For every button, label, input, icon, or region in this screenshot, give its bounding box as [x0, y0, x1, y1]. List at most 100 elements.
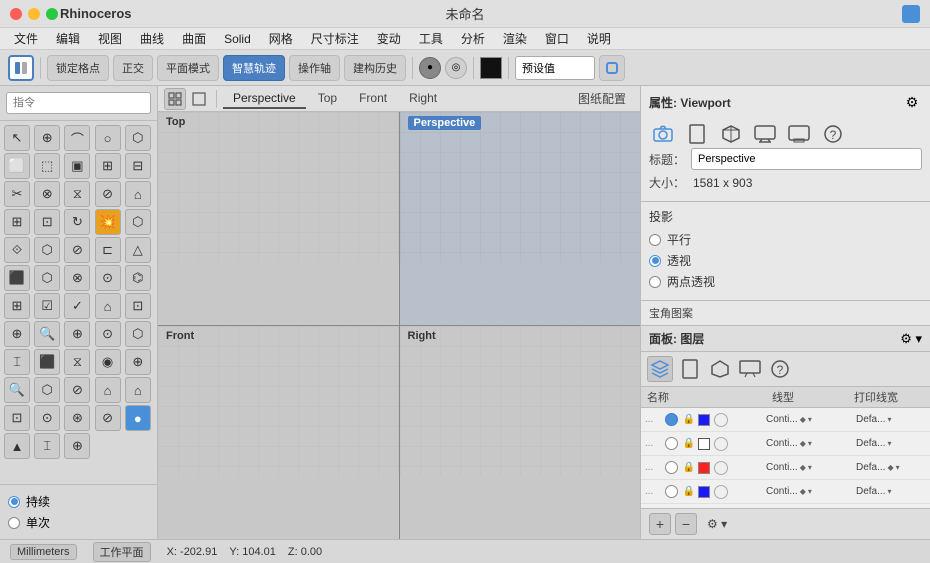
- proj-twopoint-radio[interactable]: [649, 276, 661, 288]
- layer-printwidth[interactable]: Defa...▾: [856, 414, 926, 425]
- tool-select[interactable]: ↖: [4, 125, 30, 151]
- tool-surface[interactable]: ▣: [64, 153, 90, 179]
- layer-printwidth[interactable]: Defa...▾: [856, 438, 926, 449]
- layer-color-swatch[interactable]: [698, 462, 710, 474]
- tool-view-top[interactable]: ⊙: [34, 405, 60, 431]
- proj-perspective-radio[interactable]: [649, 255, 661, 267]
- layer-tab-monitor-icon[interactable]: [737, 356, 763, 382]
- layer-linetype[interactable]: Conti...◆▾: [766, 462, 856, 473]
- props-camera-icon[interactable]: [649, 120, 677, 148]
- preset-field[interactable]: [515, 56, 595, 80]
- tool-rect[interactable]: ⬜: [4, 153, 30, 179]
- menu-window[interactable]: 窗口: [537, 28, 577, 49]
- tool-zoom-out[interactable]: ⊕: [64, 321, 90, 347]
- tool-scale[interactable]: ⬡: [125, 209, 151, 235]
- props-monitor-icon[interactable]: [751, 120, 779, 148]
- props-page-icon[interactable]: [683, 120, 711, 148]
- play-button[interactable]: ◎: [445, 57, 467, 79]
- menu-analyze[interactable]: 分析: [453, 28, 493, 49]
- tool-curve[interactable]: ⌒: [64, 125, 90, 151]
- tool-snap-mid[interactable]: ◉: [95, 349, 121, 375]
- tool-point[interactable]: ⊕: [34, 125, 60, 151]
- radio-continuous-btn[interactable]: [8, 496, 20, 508]
- layer-radio[interactable]: [665, 413, 678, 426]
- viewport-grid-icon[interactable]: [164, 88, 186, 110]
- menu-file[interactable]: 文件: [6, 28, 46, 49]
- layers-settings-button[interactable]: ⚙ ▾: [707, 517, 727, 531]
- tool-shell[interactable]: ⬡: [34, 265, 60, 291]
- layer-color-swatch[interactable]: [698, 438, 710, 450]
- tool-tri[interactable]: ▲: [4, 433, 30, 459]
- plane-button[interactable]: 工作平面: [93, 542, 151, 562]
- sidebar-toggle-icon[interactable]: [8, 55, 34, 81]
- menu-tools[interactable]: 工具: [411, 28, 451, 49]
- smart-track-button[interactable]: 智慧轨迹: [223, 55, 285, 81]
- maximize-button[interactable]: [46, 8, 58, 20]
- ortho-button[interactable]: 正交: [113, 55, 153, 81]
- props-cube-icon[interactable]: [717, 120, 745, 148]
- record-button[interactable]: ●: [419, 57, 441, 79]
- menu-render[interactable]: 渲染: [495, 28, 535, 49]
- layer-radio[interactable]: [665, 437, 678, 450]
- layer-color-swatch[interactable]: [698, 414, 710, 426]
- menu-transform[interactable]: 变动: [369, 28, 409, 49]
- tool-zoom-in[interactable]: ⊕: [4, 321, 30, 347]
- tool-view-circle[interactable]: ⊙: [95, 321, 121, 347]
- minimize-button[interactable]: [28, 8, 40, 20]
- tool-render-all[interactable]: ⌂: [125, 377, 151, 403]
- radio-continuous[interactable]: 持续: [8, 493, 149, 510]
- radio-single-btn[interactable]: [8, 517, 20, 529]
- build-history-button[interactable]: 建构历史: [344, 55, 406, 81]
- tool-box[interactable]: ⬚: [34, 153, 60, 179]
- command-input[interactable]: [6, 92, 151, 114]
- viewport-perspective[interactable]: Perspective: [400, 112, 641, 325]
- add-layer-button[interactable]: +: [649, 513, 671, 535]
- tab-top[interactable]: Top: [308, 89, 347, 109]
- preset-right-icon[interactable]: [599, 55, 625, 81]
- title-input[interactable]: [691, 148, 922, 170]
- menu-mesh[interactable]: 网格: [261, 28, 301, 49]
- layer-row[interactable]: ... 🔒 Conti...◆▾ Defa...▾: [641, 432, 930, 456]
- layer-linetype[interactable]: Conti...◆▾: [766, 414, 856, 425]
- tool-render-light[interactable]: ⊘: [64, 377, 90, 403]
- layer-lock-icon[interactable]: 🔒: [682, 437, 696, 451]
- viewport-top[interactable]: Top: [158, 112, 399, 325]
- tool-snap-pt[interactable]: ⊕: [125, 349, 151, 375]
- layer-lock-icon[interactable]: 🔒: [682, 413, 696, 427]
- tool-polygon[interactable]: ⬡: [125, 125, 151, 151]
- tool-trim[interactable]: ✂: [4, 181, 30, 207]
- projection-twopoint[interactable]: 两点透视: [649, 273, 922, 290]
- menu-solid[interactable]: Solid: [216, 30, 259, 48]
- tool-view-hex[interactable]: ⬡: [125, 321, 151, 347]
- layer-tab-cube-icon[interactable]: [707, 356, 733, 382]
- layer-lock-icon[interactable]: 🔒: [682, 485, 696, 499]
- tool-move[interactable]: ⟐: [4, 237, 30, 263]
- tool-extra[interactable]: ⊕: [64, 433, 90, 459]
- layer-lock-icon[interactable]: 🔒: [682, 461, 696, 475]
- tool-sphere[interactable]: ●: [125, 405, 151, 431]
- window-controls[interactable]: [10, 8, 58, 20]
- layers-gear-button[interactable]: ⚙ ▾: [900, 331, 922, 347]
- tool-project[interactable]: ⌂: [125, 181, 151, 207]
- tool-mirror[interactable]: ⊡: [34, 209, 60, 235]
- menu-surface[interactable]: 曲面: [174, 28, 214, 49]
- tool-offset[interactable]: ⊘: [95, 181, 121, 207]
- layer-vis-circle[interactable]: [714, 437, 728, 451]
- tool-snap-end[interactable]: ⧖: [64, 349, 90, 375]
- tool-layer-col[interactable]: ⌶: [4, 349, 30, 375]
- tool-solid[interactable]: ⬛: [4, 265, 30, 291]
- tool-sub[interactable]: ⊙: [95, 265, 121, 291]
- tool-view-side[interactable]: ⊘: [95, 405, 121, 431]
- tool-cage[interactable]: ⊗: [64, 265, 90, 291]
- tool-copy[interactable]: ⬡: [34, 237, 60, 263]
- layer-row[interactable]: ... 🔒 Conti...◆▾ Defa...▾: [641, 408, 930, 432]
- layer-row[interactable]: ... 🔒 Conti...◆▾ Defa...▾: [641, 480, 930, 504]
- tool-detail[interactable]: ⊡: [4, 405, 30, 431]
- tool-join[interactable]: ⧖: [64, 181, 90, 207]
- tool-col[interactable]: ⌶: [34, 433, 60, 459]
- tool-gumball[interactable]: ⌬: [125, 265, 151, 291]
- viewport-front[interactable]: Front: [158, 326, 399, 539]
- layer-vis-circle[interactable]: [714, 461, 728, 475]
- menu-edit[interactable]: 编辑: [48, 28, 88, 49]
- tool-flame[interactable]: 💥: [95, 209, 121, 235]
